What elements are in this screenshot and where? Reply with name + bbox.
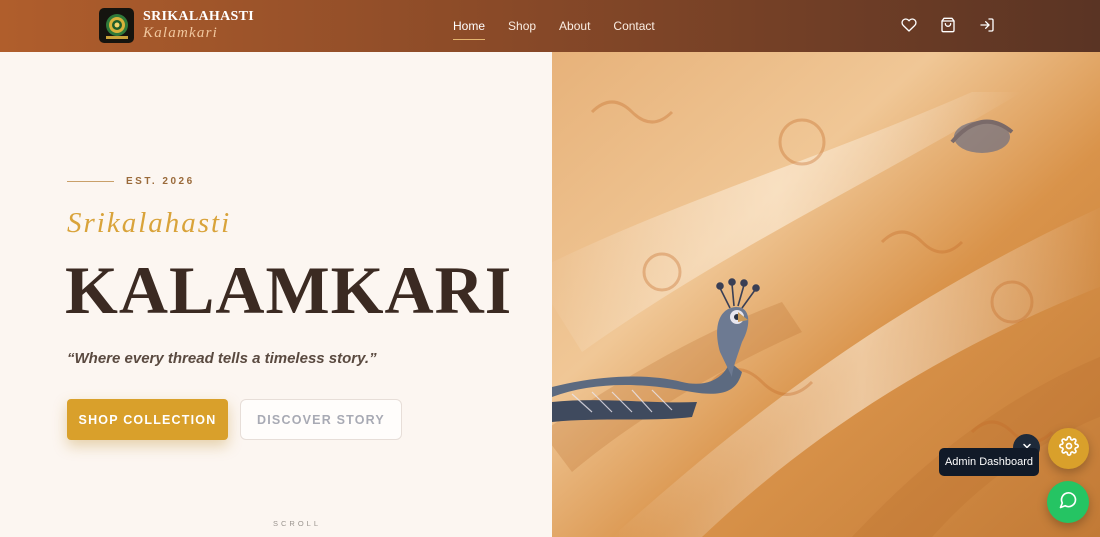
nav-actions [900,16,996,34]
shop-collection-button[interactable]: SHOP COLLECTION [67,399,228,440]
gear-icon [1058,436,1079,461]
admin-dashboard-tooltip: Admin Dashboard [939,448,1039,476]
hero-subtitle: Srikalahasti [67,207,232,239]
brand-subtitle: Kalamkari [143,25,218,41]
heart-icon[interactable] [900,16,918,34]
chat-button[interactable] [1047,481,1089,523]
nav-link-shop[interactable]: Shop [508,19,536,33]
nav-link-contact[interactable]: Contact [613,19,654,33]
hero-text-panel: EST. 2026 Srikalahasti KALAMKARI “Where … [0,52,552,537]
nav-link-about[interactable]: About [559,19,590,33]
discover-story-button[interactable]: DISCOVER STORY [240,399,402,440]
hero-title: KALAMKARI [65,252,513,328]
main-nav: Home Shop About Contact [453,0,655,52]
whatsapp-chat-icon [1058,490,1078,515]
brand-title: SRIKALAHASTI [143,9,254,24]
scroll-indicator[interactable]: SCROLL [273,519,321,528]
est-label: EST. 2026 [126,176,195,187]
est-divider [67,181,114,182]
brand-logo [99,8,134,43]
shopping-bag-icon[interactable] [939,16,957,34]
hero-quote: “Where every thread tells a timeless sto… [67,350,377,367]
admin-settings-button[interactable] [1048,428,1089,469]
login-icon[interactable] [978,16,996,34]
nav-link-home[interactable]: Home [453,19,486,40]
brand[interactable]: SRIKALAHASTI Kalamkari [99,8,254,43]
est-row: EST. 2026 [67,176,195,187]
top-navbar: SRIKALAHASTI Kalamkari Home Shop About C… [0,0,1100,52]
